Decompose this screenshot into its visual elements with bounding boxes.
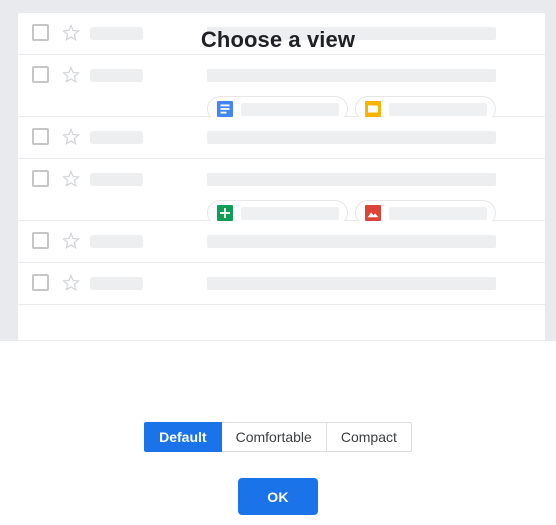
sender-placeholder <box>90 235 143 248</box>
image-file-icon <box>365 205 381 221</box>
select-checkbox[interactable] <box>32 128 49 145</box>
star-outline-icon[interactable] <box>62 232 80 250</box>
mail-list-panel <box>18 13 545 340</box>
star-outline-icon[interactable] <box>62 274 80 292</box>
table-row[interactable] <box>18 221 545 263</box>
attachment-name-placeholder <box>241 102 339 116</box>
star-outline-icon[interactable] <box>62 128 80 146</box>
ok-button[interactable]: OK <box>238 478 318 515</box>
tab-compact[interactable]: Compact <box>326 422 412 452</box>
screen: Choose a view Default Comfortable Compac… <box>0 0 556 525</box>
google-docs-icon <box>217 101 233 117</box>
page-title: Choose a view <box>200 27 356 52</box>
table-row[interactable] <box>18 55 545 122</box>
select-checkbox[interactable] <box>32 274 49 291</box>
star-outline-icon[interactable] <box>62 66 80 84</box>
select-checkbox[interactable] <box>32 66 49 83</box>
select-checkbox[interactable] <box>32 232 49 249</box>
subject-placeholder <box>207 173 496 186</box>
subject-placeholder <box>207 131 496 144</box>
attachment-name-placeholder <box>241 206 339 220</box>
sender-placeholder <box>90 69 143 82</box>
sender-placeholder <box>90 173 143 186</box>
sender-placeholder <box>90 277 143 290</box>
subject-placeholder <box>207 235 496 248</box>
google-sheets-icon <box>217 205 233 221</box>
view-density-toggle: Default Comfortable Compact <box>0 422 556 452</box>
attachment-name-placeholder <box>389 102 487 116</box>
sender-placeholder <box>90 131 143 144</box>
select-checkbox[interactable] <box>32 170 49 187</box>
mail-row-main <box>18 55 545 122</box>
mail-row-main <box>18 263 545 305</box>
mail-row-main <box>18 159 545 226</box>
attachment-name-placeholder <box>389 206 487 220</box>
mail-row-main <box>18 221 545 263</box>
subject-placeholder <box>207 277 496 290</box>
dialog-actions: OK <box>0 478 556 515</box>
mail-row-main <box>18 117 545 159</box>
star-outline-icon[interactable] <box>62 170 80 188</box>
table-row[interactable] <box>18 263 545 305</box>
tab-comfortable[interactable]: Comfortable <box>221 422 327 452</box>
google-slides-icon <box>365 101 381 117</box>
table-row[interactable] <box>18 159 545 226</box>
table-row[interactable] <box>18 117 545 159</box>
subject-placeholder <box>207 69 496 82</box>
toggle-group: Default Comfortable Compact <box>144 422 412 452</box>
tab-default[interactable]: Default <box>144 422 222 452</box>
